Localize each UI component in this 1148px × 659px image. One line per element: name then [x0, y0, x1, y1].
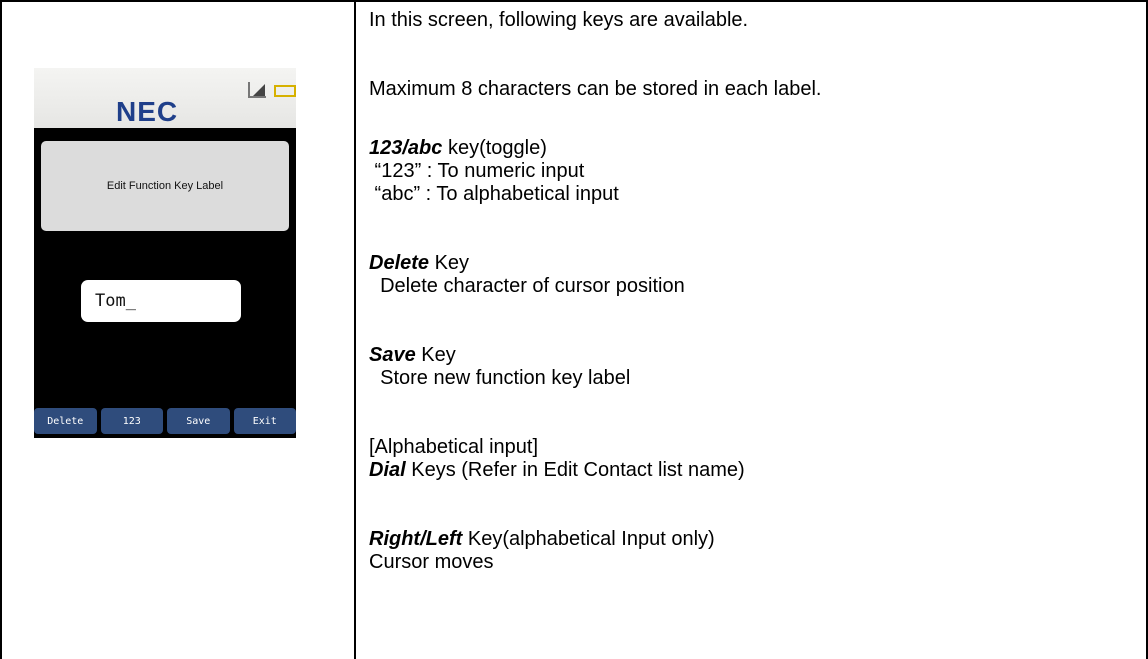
- phone-screenshot: NEC Edit Function Key Label Tom_ Delete …: [34, 68, 296, 438]
- dial-key-suffix: Keys (Refer in Edit Contact list name): [405, 459, 745, 481]
- intro-text: In this screen, following keys are avail…: [369, 9, 749, 31]
- save-key-desc: Store new function key label: [369, 367, 631, 389]
- delete-softkey[interactable]: Delete: [34, 408, 97, 434]
- delete-key-heading: Delete Key: [369, 252, 469, 275]
- table-column-divider: [354, 0, 356, 659]
- right-left-key-heading: Right/Left Key(alphabetical Input only): [369, 528, 715, 551]
- table-border-left: [0, 0, 2, 659]
- save-key-suffix: Key: [415, 344, 456, 366]
- delete-key-name: Delete: [369, 252, 430, 274]
- right-left-key-name: Right/Left: [369, 528, 463, 550]
- toggle-key-line-alpha: “abc” : To alphabetical input: [369, 183, 619, 205]
- screen-title-box: Edit Function Key Label: [41, 141, 289, 231]
- save-softkey[interactable]: Save: [167, 408, 230, 434]
- status-icons: [246, 80, 296, 98]
- numeric-toggle-softkey[interactable]: 123: [100, 408, 163, 434]
- toggle-key-suffix: key(toggle): [442, 137, 547, 159]
- toggle-key-name: 123/abc: [369, 137, 443, 159]
- delete-key-desc: Delete character of cursor position: [369, 275, 685, 297]
- exit-softkey[interactable]: Exit: [233, 408, 296, 434]
- screen-title: Edit Function Key Label: [106, 180, 224, 192]
- dial-key-name: Dial: [369, 459, 406, 481]
- alpha-input-heading: [Alphabetical input]: [369, 436, 539, 458]
- label-input-field[interactable]: Tom_: [81, 280, 241, 322]
- brand-logo: NEC: [116, 96, 179, 127]
- table-border-top: [0, 0, 1148, 2]
- delete-key-suffix: Key: [429, 252, 470, 274]
- toggle-key-line-numeric: “123” : To numeric input: [369, 160, 585, 182]
- dial-keys-heading: Dial Keys (Refer in Edit Contact list na…: [369, 459, 745, 482]
- label-input-value: Tom_: [95, 291, 136, 311]
- save-key-heading: Save Key: [369, 344, 456, 367]
- right-left-key-desc: Cursor moves: [369, 551, 494, 573]
- max-chars-text: Maximum 8 characters can be stored in ea…: [369, 78, 822, 100]
- save-key-name: Save: [369, 344, 416, 366]
- softkey-bar: Delete 123 Save Exit: [34, 408, 296, 434]
- toggle-key-heading: 123/abc key(toggle): [369, 137, 547, 160]
- signal-icon: [246, 82, 268, 98]
- right-left-key-suffix: Key(alphabetical Input only): [462, 528, 715, 550]
- phone-header: NEC: [34, 68, 296, 128]
- battery-icon: [274, 85, 296, 97]
